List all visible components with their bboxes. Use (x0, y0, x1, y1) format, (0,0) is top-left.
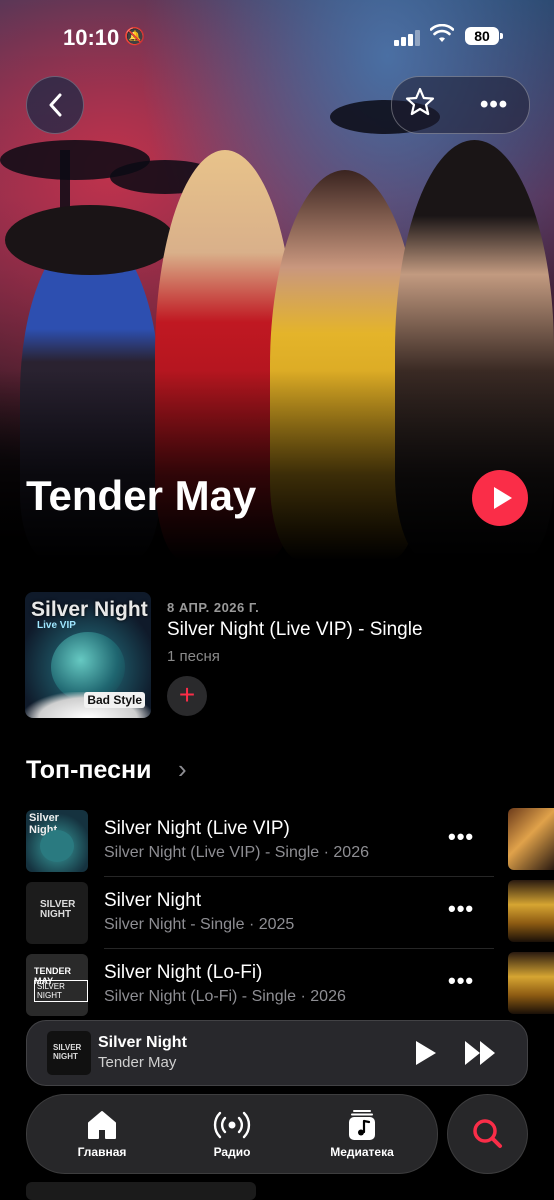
hero-fade (0, 370, 554, 560)
more-button[interactable]: ••• (480, 91, 508, 119)
back-icon (49, 93, 62, 117)
divider (104, 948, 494, 949)
artwork-badge: Bad Style (84, 692, 145, 708)
song-more-button[interactable]: ••• (448, 824, 474, 850)
artwork-title: Silver Night (31, 598, 148, 621)
status-time: 10:10 (63, 25, 120, 50)
song-artwork: TENDER MAY SILVER NIGHT (26, 954, 88, 1016)
content-peek (26, 1182, 256, 1200)
divider (104, 876, 494, 877)
song-more-button[interactable]: ••• (448, 896, 474, 922)
side-artwork[interactable] (508, 880, 554, 942)
more-icon: ••• (448, 968, 475, 993)
status-bar: 10:10 🔕 80 (0, 0, 554, 70)
search-icon (473, 1119, 502, 1148)
cellular-signal-icon (394, 30, 422, 46)
tab-home[interactable]: Главная (42, 1095, 162, 1173)
library-icon (302, 1109, 422, 1141)
add-release-button[interactable]: + (167, 676, 207, 716)
song-meta: Silver Night (Live VIP) - Single · 2026 (104, 844, 369, 861)
song-more-button[interactable]: ••• (448, 968, 474, 994)
tab-home-label: Главная (77, 1145, 127, 1159)
play-artist-button[interactable] (472, 470, 528, 526)
search-button[interactable] (447, 1094, 528, 1174)
battery-indicator: 80 (465, 27, 503, 45)
chevron-right-icon[interactable]: › (178, 754, 187, 785)
tab-radio[interactable]: Радио (172, 1095, 292, 1173)
release-track-count: 1 песня (167, 648, 220, 665)
mini-player[interactable]: SILVER NIGHT Silver Night Tender May (26, 1020, 528, 1086)
song-row[interactable]: Silver Night Silver Night (Live VIP) Sil… (0, 808, 554, 876)
star-icon (405, 87, 435, 116)
tab-radio-label: Радио (213, 1145, 251, 1159)
tab-bar: Главная Радио Медиатека (26, 1094, 438, 1174)
song-title: Silver Night (Lo-Fi) (104, 962, 263, 983)
play-icon[interactable] (416, 1041, 436, 1065)
mini-player-title: Silver Night (98, 1034, 187, 1051)
top-songs-title[interactable]: Топ-песни (26, 756, 151, 785)
song-row[interactable]: TENDER MAY SILVER NIGHT Silver Night (Lo… (0, 952, 554, 1020)
more-icon: ••• (448, 896, 475, 921)
side-artwork[interactable] (508, 808, 554, 870)
song-title: Silver Night (Live VIP) (104, 818, 290, 839)
silent-bell-icon: 🔕 (124, 27, 146, 46)
song-title: Silver Night (104, 890, 202, 911)
side-artwork[interactable] (508, 952, 554, 1014)
artist-name: Tender May (26, 472, 257, 519)
header-actions: ••• (391, 76, 530, 134)
favorite-button[interactable] (404, 86, 436, 125)
latest-release-artwork[interactable]: Silver Night Live VIP Bad Style (25, 592, 151, 718)
more-icon: ••• (480, 91, 509, 118)
figure-hat (5, 205, 175, 275)
release-date: 8 АПР. 2026 Г. (167, 600, 260, 615)
fast-forward-icon[interactable] (465, 1041, 497, 1065)
home-icon (42, 1109, 162, 1141)
radio-icon (172, 1109, 292, 1141)
mini-player-artwork: SILVER NIGHT (47, 1031, 91, 1075)
plus-icon: + (178, 679, 196, 710)
tab-library[interactable]: Медиатека (302, 1095, 422, 1173)
more-icon: ••• (448, 824, 475, 849)
tab-library-label: Медиатека (330, 1145, 394, 1159)
release-title[interactable]: Silver Night (Live VIP) - Single (167, 619, 423, 641)
song-row[interactable]: SILVER NIGHT Silver Night Silver Night - … (0, 880, 554, 948)
song-meta: Silver Night (Lo-Fi) - Single · 2026 (104, 988, 346, 1005)
wifi-icon (429, 23, 455, 50)
song-artwork: Silver Night (26, 810, 88, 872)
song-artwork: SILVER NIGHT (26, 882, 88, 944)
artwork-subtitle: Live VIP (37, 620, 76, 631)
back-button[interactable] (26, 76, 84, 134)
mini-player-artist: Tender May (98, 1054, 177, 1071)
song-meta: Silver Night - Single · 2025 (104, 916, 295, 933)
